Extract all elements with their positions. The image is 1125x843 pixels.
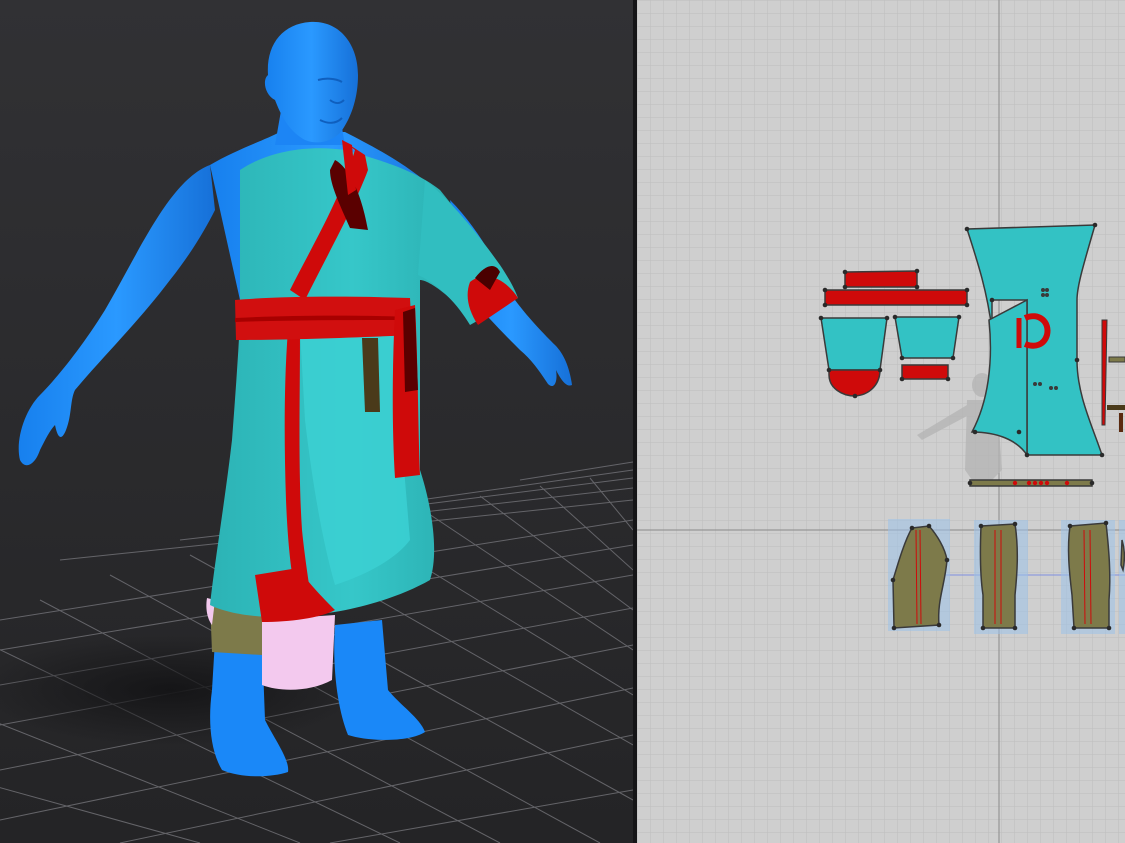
viewport-3d[interactable] — [0, 0, 633, 843]
clothing-simulation-app — [0, 0, 1125, 843]
piece-sleeve-panel-right[interactable] — [894, 316, 960, 359]
piece-collar-strip-top[interactable] — [844, 270, 918, 288]
viewport-3d-canvas[interactable] — [0, 0, 633, 843]
pattern-2d-view[interactable] — [637, 0, 1125, 843]
robe-belt-tie — [362, 338, 380, 412]
inner-pink-layer — [262, 615, 335, 690]
piece-pant-leg-4[interactable] — [1119, 520, 1125, 634]
piece-pant-leg-1[interactable] — [888, 519, 950, 631]
piece-sleeve-panel-left[interactable] — [820, 317, 888, 371]
piece-pant-leg-3[interactable] — [1061, 520, 1115, 634]
piece-collar-strip-long[interactable] — [824, 289, 968, 306]
piece-pant-leg-2[interactable] — [974, 520, 1028, 634]
pattern-2d-canvas[interactable] — [637, 0, 1125, 843]
piece-sleeve-cuff-right[interactable] — [901, 364, 949, 380]
